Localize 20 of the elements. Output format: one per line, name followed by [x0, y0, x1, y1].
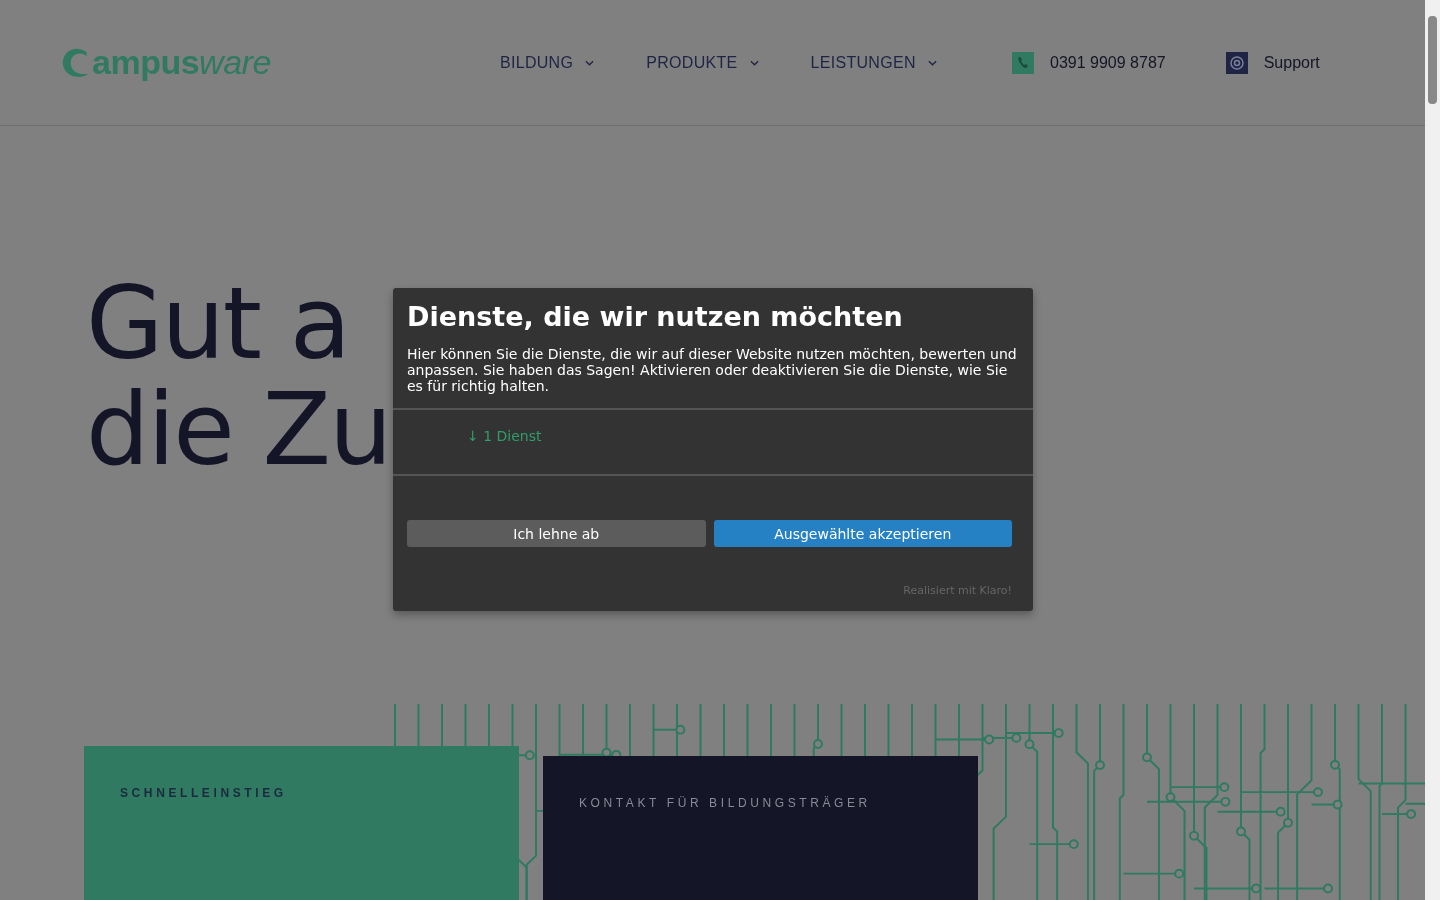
services-toggle-link[interactable]: ↓ 1 Dienst: [467, 428, 542, 444]
accept-button[interactable]: Ausgewählte akzeptieren: [713, 520, 1012, 547]
phone-number[interactable]: 0391 9909 8787: [1050, 53, 1166, 72]
support-link[interactable]: Support: [1263, 53, 1320, 72]
scrollbar[interactable]: [1425, 0, 1440, 900]
card[interactable]: SCHNELLEINSTIEG: [84, 746, 519, 900]
lifebuoy-icon: [1225, 51, 1248, 74]
card[interactable]: KONTAKT FÜR BILDUNGSTRÄGER: [543, 756, 978, 900]
card-label: SCHNELLEINSTIEG: [120, 786, 287, 800]
decline-button[interactable]: Ich lehne ab: [407, 520, 706, 547]
card-label: KONTAKT FÜR BILDUNGSTRÄGER: [579, 796, 871, 810]
dialog-title: Dienste, die wir nutzen möchten: [407, 300, 904, 334]
phone-icon: [1012, 51, 1034, 74]
nav-menu-item[interactable]: BILDUNG: [500, 53, 595, 72]
nav-menu-item[interactable]: PRODUKTE: [646, 53, 759, 72]
nav-menu-item[interactable]: LEISTUNGEN: [810, 53, 937, 72]
dialog-description: Hier können Sie die Dienste, die wir auf dieser Website nutzen möchten, bewerten und anpassen. Sie haben das Sagen! Aktivieren oder deaktivieren Sie die Dienste, wie Sie es für richtig halten.: [407, 346, 1018, 394]
hero-headline-line: Gut a: [86, 271, 350, 377]
hero-headline-line: die Zu: [86, 377, 391, 483]
scrollbar-thumb[interactable]: [1428, 16, 1437, 104]
